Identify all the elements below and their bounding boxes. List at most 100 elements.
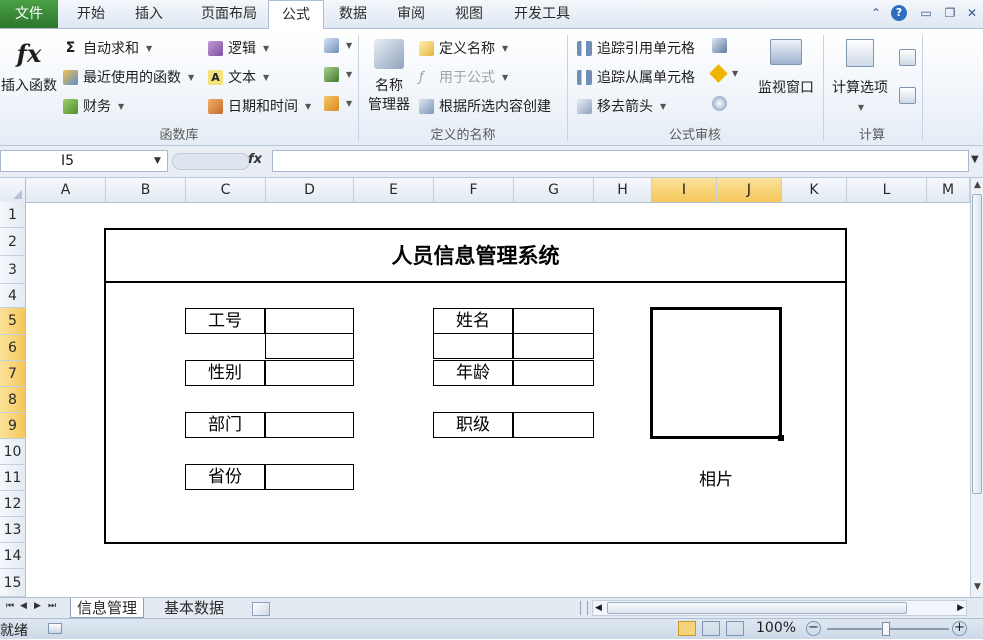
row-header-13[interactable]: 13 (0, 517, 26, 543)
column-header-g[interactable]: G (514, 178, 594, 202)
trace-precedents-button[interactable]: 追踪引用单元格 (577, 38, 695, 58)
employee-id-cell-lower[interactable] (265, 333, 354, 359)
evaluate-formula-button[interactable] (712, 96, 727, 111)
tab-formulas[interactable]: 公式 (268, 0, 324, 29)
macro-record-icon[interactable] (48, 623, 62, 634)
horizontal-scroll-thumb[interactable] (607, 602, 907, 614)
zoom-level[interactable]: 100% (756, 620, 796, 636)
column-header-k[interactable]: K (782, 178, 847, 202)
column-header-m[interactable]: M (927, 178, 970, 202)
formula-input[interactable] (272, 150, 969, 172)
minimize-ribbon-icon[interactable]: ⌃ (868, 5, 884, 21)
photo-frame-selected-range[interactable] (650, 307, 782, 439)
province-cell[interactable] (265, 464, 354, 490)
zoom-out-icon[interactable]: − (806, 621, 821, 636)
insert-sheet-icon[interactable] (248, 598, 272, 618)
age-cell[interactable] (513, 360, 594, 386)
column-header-i[interactable]: I (652, 178, 717, 202)
name-box-dropdown-icon[interactable]: ▼ (154, 156, 161, 166)
row-header-15[interactable]: 15 (0, 569, 26, 597)
calculate-now-button[interactable] (899, 49, 916, 66)
use-in-formula-button[interactable]: ƒ 用于公式 ▼ (419, 67, 508, 87)
previous-sheet-icon[interactable]: ◀ (20, 601, 27, 611)
gender-cell[interactable] (265, 360, 354, 386)
logical-button[interactable]: 逻辑 ▼ (208, 38, 269, 58)
tab-split-handle[interactable] (580, 601, 588, 615)
column-header-d[interactable]: D (266, 178, 354, 202)
tab-view[interactable]: 视图 (444, 0, 494, 28)
create-from-selection-button[interactable]: 根据所选内容创建 (419, 96, 551, 116)
zoom-in-icon[interactable]: + (952, 621, 967, 636)
row-header-9[interactable]: 9 (0, 413, 26, 439)
scroll-right-icon[interactable]: ▶ (957, 601, 964, 615)
row-header-11[interactable]: 11 (0, 465, 26, 491)
sheet-tab-info-management[interactable]: 信息管理 (70, 598, 145, 618)
window-minimize-icon[interactable]: ▭ (918, 5, 934, 21)
column-header-e[interactable]: E (354, 178, 434, 202)
tab-data[interactable]: 数据 (326, 0, 380, 28)
recently-used-button[interactable]: 最近使用的函数 ▼ (63, 67, 194, 87)
last-sheet-icon[interactable]: ⏭ (48, 601, 56, 611)
window-close-icon[interactable]: ✕ (964, 5, 980, 21)
row-header-1[interactable]: 1 (0, 202, 26, 228)
tab-insert[interactable]: 插入 (124, 0, 174, 28)
row-header-7[interactable]: 7 (0, 361, 26, 387)
row-header-8[interactable]: 8 (0, 387, 26, 413)
page-layout-view-icon[interactable] (702, 621, 720, 636)
column-header-l[interactable]: L (847, 178, 927, 202)
tab-home[interactable]: 开始 (66, 0, 116, 28)
scroll-left-icon[interactable]: ◀ (595, 601, 602, 615)
row-header-10[interactable]: 10 (0, 439, 26, 465)
column-header-h[interactable]: H (594, 178, 652, 202)
next-sheet-icon[interactable]: ▶ (34, 601, 41, 611)
column-header-b[interactable]: B (106, 178, 186, 202)
calculation-options-button[interactable]: 计算选项 ▼ (826, 39, 894, 117)
calculate-sheet-button[interactable] (899, 87, 916, 104)
column-header-c[interactable]: C (186, 178, 266, 202)
error-checking-button[interactable]: ▼ (709, 64, 738, 83)
row-header-12[interactable]: 12 (0, 491, 26, 517)
vertical-scrollbar[interactable]: ▲ ▼ (970, 178, 983, 598)
math-trig-button[interactable]: ▼ (324, 67, 352, 82)
more-functions-button[interactable]: ▼ (324, 96, 352, 111)
page-break-preview-icon[interactable] (726, 621, 744, 636)
tab-review[interactable]: 审阅 (386, 0, 436, 28)
zoom-slider-thumb[interactable] (882, 622, 890, 636)
name-manager-button[interactable]: 名称 管理器 (362, 39, 416, 115)
vertical-scroll-thumb[interactable] (972, 194, 982, 494)
name-box[interactable]: I5 (0, 150, 168, 172)
expand-formula-bar-icon[interactable]: ▼ (971, 154, 979, 165)
lookup-reference-button[interactable]: ▼ (324, 38, 352, 53)
help-icon[interactable]: ? (891, 5, 907, 21)
window-restore-icon[interactable]: ❐ (942, 5, 958, 21)
define-name-button[interactable]: 定义名称 ▼ (419, 38, 508, 58)
row-header-6[interactable]: 6 (0, 335, 26, 361)
normal-view-icon[interactable] (678, 621, 696, 636)
fill-handle[interactable] (778, 435, 784, 441)
financial-button[interactable]: 财务 ▼ (63, 96, 124, 116)
horizontal-scrollbar[interactable]: ◀ ▶ (592, 600, 967, 616)
remove-arrows-button[interactable]: 移去箭头 ▼ (577, 96, 666, 116)
sheet-tab-basic-data[interactable]: 基本数据 (158, 598, 230, 618)
tab-file[interactable]: 文件 (0, 0, 58, 28)
row-header-4[interactable]: 4 (0, 284, 26, 308)
name-cell-lower[interactable] (513, 333, 594, 359)
trace-dependents-button[interactable]: 追踪从属单元格 (577, 67, 695, 87)
scroll-down-icon[interactable]: ▼ (971, 582, 983, 592)
column-header-j[interactable]: J (717, 178, 782, 202)
tab-page-layout[interactable]: 页面布局 (182, 0, 276, 28)
formula-bar-resize-handle[interactable] (172, 153, 250, 170)
tab-developer[interactable]: 开发工具 (502, 0, 582, 28)
row-header-5[interactable]: 5 (0, 308, 26, 335)
first-sheet-icon[interactable]: ⏮ (6, 601, 14, 611)
column-header-a[interactable]: A (26, 178, 106, 202)
employee-id-cell[interactable] (265, 308, 354, 334)
column-header-f[interactable]: F (434, 178, 514, 202)
date-time-button[interactable]: 日期和时间 ▼ (208, 96, 311, 116)
autosum-button[interactable]: Σ 自动求和 ▼ (63, 38, 152, 58)
row-header-2[interactable]: 2 (0, 228, 26, 256)
department-cell[interactable] (265, 412, 354, 438)
watch-window-button[interactable]: 监视窗口 (752, 39, 820, 98)
select-all-button[interactable] (0, 178, 26, 202)
scroll-up-icon[interactable]: ▲ (971, 180, 983, 190)
